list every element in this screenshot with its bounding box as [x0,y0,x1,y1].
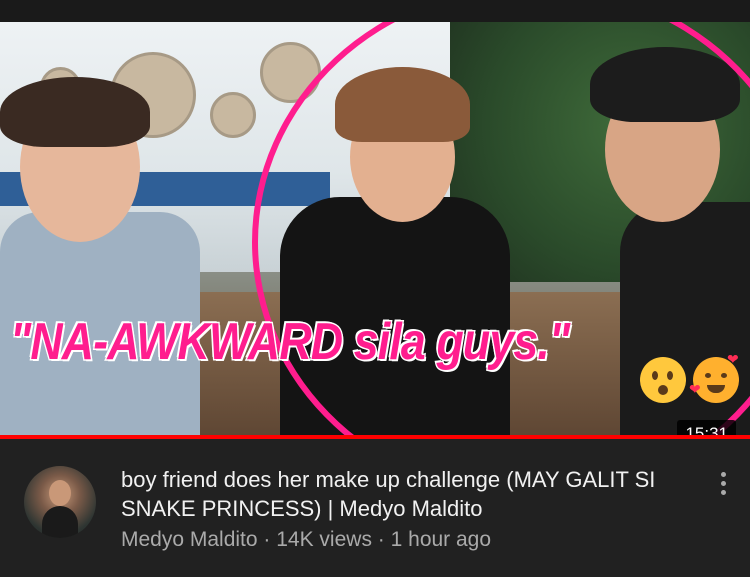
video-title[interactable]: boy friend does her make up challenge (M… [121,465,706,523]
more-actions-icon[interactable] [716,472,730,502]
video-metadata: boy friend does her make up challenge (M… [0,440,750,577]
video-thumbnail[interactable]: "NA-AWKWARD sila guys." ❤ ❤ 15:31 [0,22,750,438]
smiling-face-with-hearts-emoji: ❤ ❤ [689,351,739,403]
channel-name[interactable]: Medyo Maldito [121,528,258,551]
upload-age: 1 hour ago [390,528,492,551]
wall-fan-decoration [210,92,256,138]
byline-separator: · [371,528,391,551]
channel-avatar[interactable] [24,466,96,538]
status-bar [0,0,750,22]
shushing-face-emoji [640,357,686,403]
thumbnail-caption: "NA-AWKWARD sila guys." [9,312,572,373]
watch-progress-bar [0,435,750,439]
view-count: 14K views [276,528,372,551]
byline-separator: · [257,528,277,551]
video-byline: Medyo Maldito · 14K views · 1 hour ago [121,528,491,552]
